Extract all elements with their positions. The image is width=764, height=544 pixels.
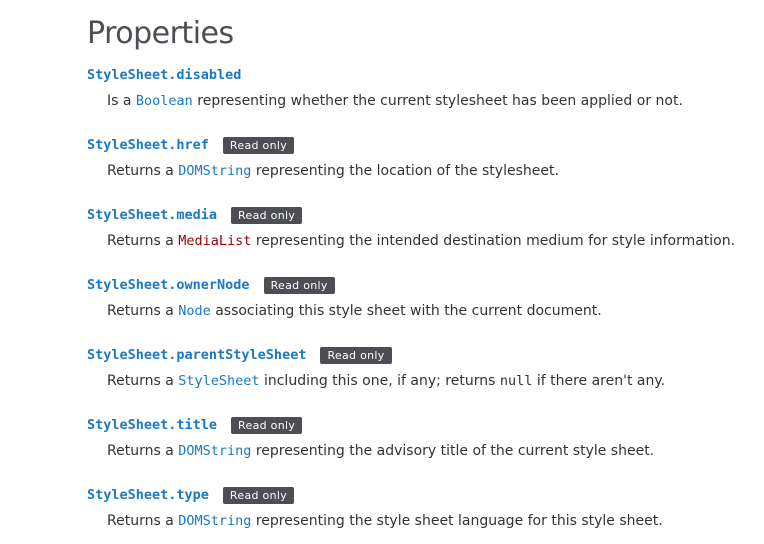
property-name-link[interactable]: StyleSheet.href xyxy=(87,134,209,156)
property-term-title: StyleSheet.title Read only xyxy=(87,414,764,436)
inline-code: null xyxy=(499,373,533,389)
property-term-media: StyleSheet.media Read only xyxy=(87,204,764,226)
description-text: associating this style sheet with the cu… xyxy=(210,303,602,319)
description-text: Returns a xyxy=(107,513,179,529)
type-link[interactable]: StyleSheet xyxy=(178,373,259,389)
property-name-link[interactable]: StyleSheet.type xyxy=(87,484,209,506)
description-text: if there aren't any. xyxy=(532,373,666,389)
property-name-link[interactable]: StyleSheet.ownerNode xyxy=(87,274,250,296)
property-name-link[interactable]: StyleSheet.parentStyleSheet xyxy=(87,344,306,366)
property-description-href: Returns a DOMString representing the loc… xyxy=(107,160,764,182)
type-link[interactable]: DOMString xyxy=(178,443,251,459)
properties-list: StyleSheet.disabled Is a Boolean represe… xyxy=(87,64,764,532)
description-text: representing the advisory title of the c… xyxy=(251,443,655,459)
type-link[interactable]: Boolean xyxy=(136,93,193,109)
read-only-badge: Read only xyxy=(320,346,392,364)
description-text: Returns a xyxy=(107,303,179,319)
property-term-href: StyleSheet.href Read only xyxy=(87,134,764,156)
property-term-type: StyleSheet.type Read only xyxy=(87,484,764,506)
description-text: representing the style sheet language fo… xyxy=(251,513,663,529)
property-description-ownernode: Returns a Node associating this style sh… xyxy=(107,300,764,322)
property-description-title: Returns a DOMString representing the adv… xyxy=(107,440,764,462)
section-title: Properties xyxy=(87,16,234,51)
property-term-ownernode: StyleSheet.ownerNode Read only xyxy=(87,274,764,296)
description-text: representing whether the current stylesh… xyxy=(192,93,683,109)
property-term-disabled: StyleSheet.disabled xyxy=(87,64,764,86)
description-text: Returns a xyxy=(107,163,179,179)
type-link[interactable]: DOMString xyxy=(178,513,251,529)
property-description-parentstylesheet: Returns a StyleSheet including this one,… xyxy=(107,370,764,392)
property-name-link[interactable]: StyleSheet.media xyxy=(87,204,217,226)
type-link-missing[interactable]: MediaList xyxy=(178,233,251,249)
property-description-media: Returns a MediaList representing the int… xyxy=(107,230,764,252)
read-only-badge: Read only xyxy=(263,276,335,294)
description-text: representing the intended destination me… xyxy=(251,233,736,249)
description-text: Returns a xyxy=(107,233,179,249)
description-text: including this one, if any; returns xyxy=(259,373,500,389)
page: Properties StyleSheet.disabled Is a Bool… xyxy=(0,0,764,544)
description-text: Returns a xyxy=(107,443,179,459)
description-text: Is a xyxy=(107,93,136,109)
property-name-link[interactable]: StyleSheet.title xyxy=(87,414,217,436)
property-description-disabled: Is a Boolean representing whether the cu… xyxy=(107,90,764,112)
type-link[interactable]: Node xyxy=(178,303,211,319)
property-term-parentstylesheet: StyleSheet.parentStyleSheet Read only xyxy=(87,344,764,366)
property-name-link[interactable]: StyleSheet.disabled xyxy=(87,64,241,86)
property-description-type: Returns a DOMString representing the sty… xyxy=(107,510,764,532)
read-only-badge: Read only xyxy=(231,416,303,434)
type-link[interactable]: DOMString xyxy=(178,163,251,179)
read-only-badge: Read only xyxy=(222,136,295,154)
read-only-badge: Read only xyxy=(231,206,303,224)
description-text: representing the location of the stylesh… xyxy=(251,163,559,179)
read-only-badge: Read only xyxy=(222,486,295,504)
description-text: Returns a xyxy=(107,373,179,389)
